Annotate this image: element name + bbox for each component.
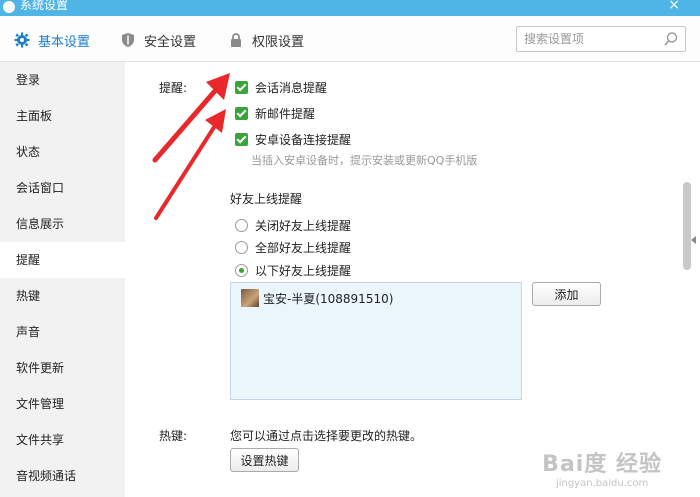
friend-list-box[interactable]: 宝安-半夏(108891510) [230,282,522,400]
tab-label: 权限设置 [252,34,305,50]
android-hint-text: 当插入安卓设备时，提示安装或更新QQ手机版 [251,154,478,167]
hotkey-description: 您可以通过点击选择要更改的热键。 [230,429,423,443]
watermark-main: Bai度 经验 [542,452,662,477]
sidebar-item-chat-window[interactable]: 会话窗口 [0,170,125,206]
gear-icon [14,32,30,48]
search-input[interactable] [517,27,657,51]
tab-permission-settings[interactable]: 权限设置 [228,30,304,50]
android-device-reminder-checkbox[interactable]: 安卓设备连接提醒 [235,131,351,148]
title-bar: 系统设置 × [0,0,700,16]
friend-name: 宝安-半夏(108891510) [263,291,394,306]
radio-icon [235,219,248,232]
checkbox-checked-icon [235,81,248,94]
sidebar-item-file-sharing[interactable]: 文件共享 [0,422,125,458]
window-title: 系统设置 [20,0,69,12]
sidebar-item-main-panel[interactable]: 主面板 [0,98,125,134]
sidebar-item-status[interactable]: 状态 [0,134,125,170]
sidebar-item-reminder[interactable]: 提醒 [0,242,125,278]
lock-icon [231,33,241,47]
scroll-left-arrow-icon[interactable] [691,236,696,244]
set-hotkey-button[interactable]: 设置热键 [230,448,299,472]
checkbox-checked-icon [235,133,248,146]
tab-label: 安全设置 [144,34,197,50]
checkbox-label: 新邮件提醒 [255,107,316,121]
list-item[interactable]: 宝安-半夏(108891510) [241,289,393,307]
settings-sidebar: 登录 主面板 状态 会话窗口 信息展示 提醒 热键 声音 软件更新 文件管理 文… [0,62,125,497]
watermark-sub: jingyan.baidu.com [555,478,649,489]
tab-label: 基本设置 [38,34,91,50]
sidebar-item-info-display[interactable]: 信息展示 [0,206,125,242]
scrollbar-thumb[interactable] [683,182,691,270]
friend-online-title: 好友上线提醒 [230,192,303,206]
close-button[interactable]: × [668,0,680,13]
radio-disable-friend-online[interactable]: 关闭好友上线提醒 [235,217,351,234]
sidebar-item-sound[interactable]: 声音 [0,314,125,350]
tab-security-settings[interactable]: 安全设置 [120,30,196,50]
sidebar-item-file-management[interactable]: 文件管理 [0,386,125,422]
checkbox-label: 会话消息提醒 [255,81,328,95]
radio-all-friends-online[interactable]: 全部好友上线提醒 [235,239,351,256]
tab-basic-settings[interactable]: 基本设置 [14,30,90,50]
app-icon [3,1,15,13]
reminder-section-label: 提醒: [159,81,188,95]
radio-icon [235,241,248,254]
checkbox-label: 安卓设备连接提醒 [255,133,352,147]
radio-label: 全部好友上线提醒 [255,241,352,255]
settings-tab-bar: 基本设置 安全设置 权限设置 [0,16,700,62]
new-mail-reminder-checkbox[interactable]: 新邮件提醒 [235,105,315,122]
radio-selected-icon [235,264,248,277]
radio-label: 关闭好友上线提醒 [255,219,352,233]
radio-selected-friends-online[interactable]: 以下好友上线提醒 [235,262,351,279]
settings-content: 提醒: 会话消息提醒 新邮件提醒 安卓设备连接提醒 当插入安卓设备时，提示安装或… [125,62,700,497]
add-friend-button[interactable]: 添加 [532,282,601,306]
chat-message-reminder-checkbox[interactable]: 会话消息提醒 [235,79,327,96]
shield-icon [122,33,134,47]
sidebar-item-av-call[interactable]: 音视频通话 [0,458,125,494]
sidebar-item-software-update[interactable]: 软件更新 [0,350,125,386]
search-icon[interactable] [663,31,679,47]
sidebar-item-login[interactable]: 登录 [0,62,125,98]
avatar [241,289,259,307]
baidu-watermark: Bai度 经验 jingyan.baidu.com [542,446,662,489]
radio-label: 以下好友上线提醒 [255,264,352,278]
settings-search [516,26,686,52]
hotkey-section-label: 热键: [159,429,188,443]
checkbox-checked-icon [235,107,248,120]
sidebar-item-hotkey[interactable]: 热键 [0,278,125,314]
